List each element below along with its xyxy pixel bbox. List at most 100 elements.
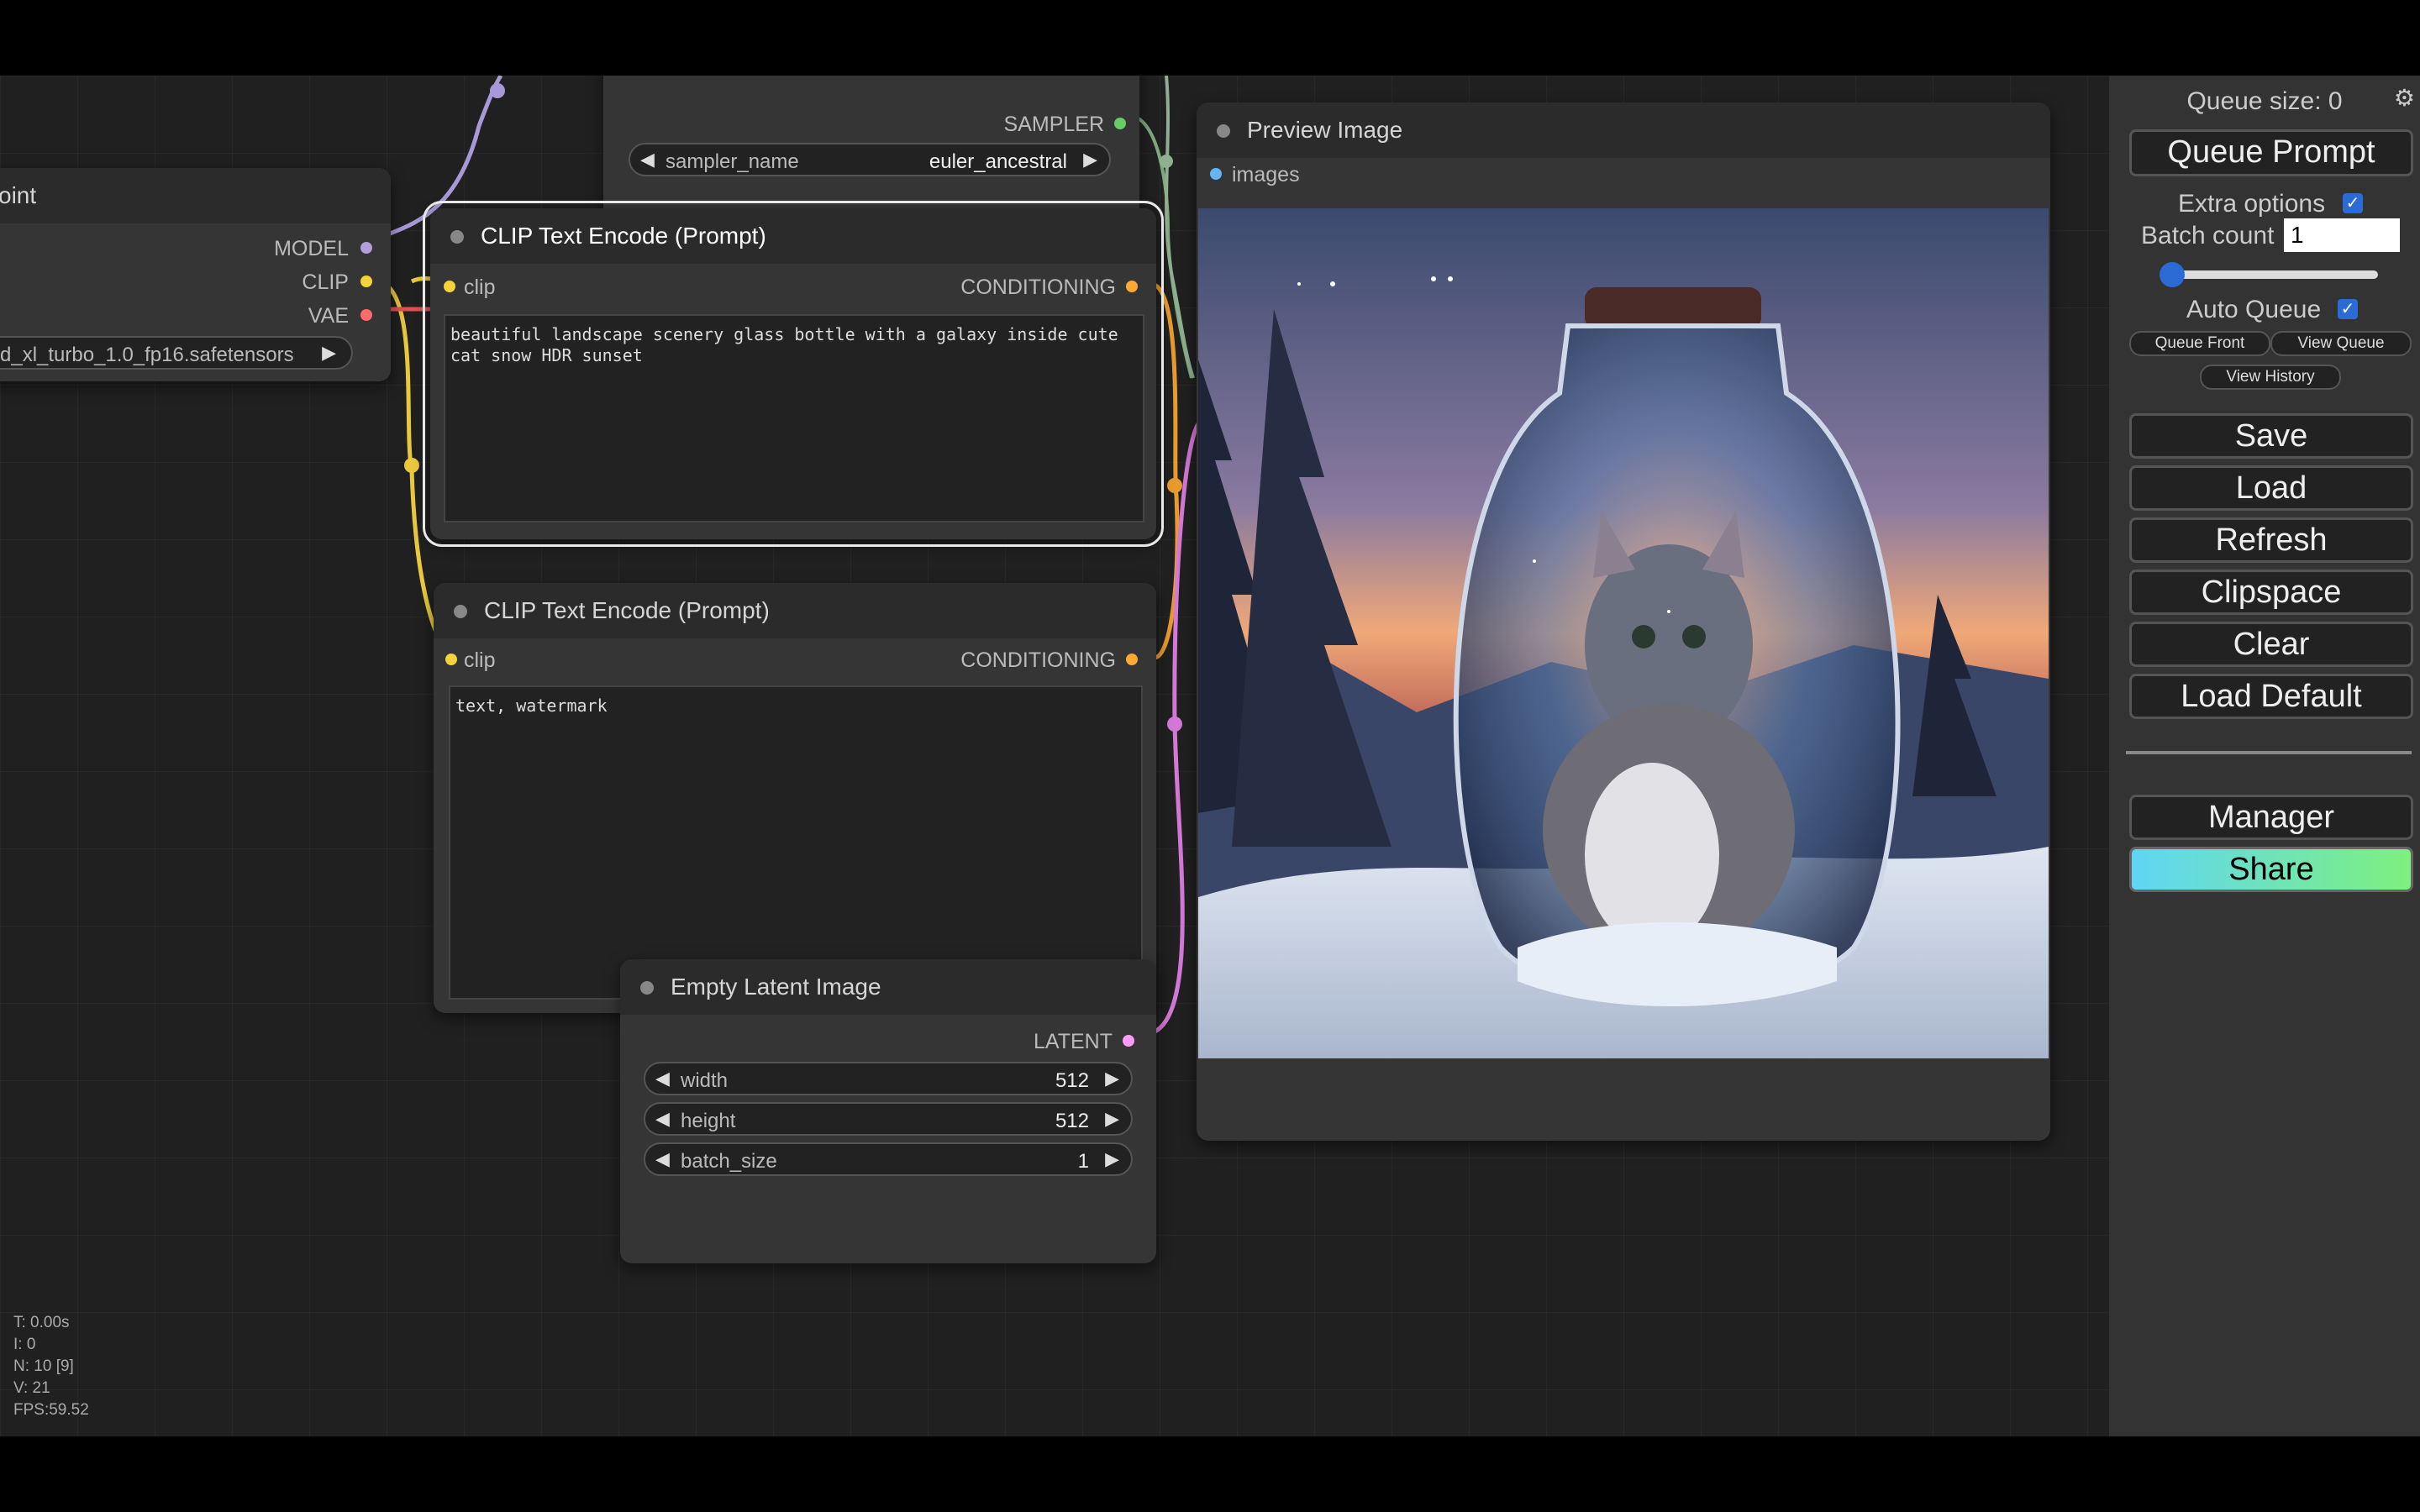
width-widget[interactable]: ◀ width 512 ▶: [644, 1062, 1133, 1095]
clip-output-label: CLIP: [302, 270, 349, 294]
link-latent-midpoint: [1167, 717, 1182, 732]
clip-positive-input-label: clip: [464, 276, 496, 299]
vae-output-label: VAE: [308, 304, 349, 328]
clip-negative-output-label: CONDITIONING: [960, 648, 1116, 672]
triangle-left-icon[interactable]: ◀: [655, 1148, 670, 1170]
stat-v: V: 21: [13, 1379, 50, 1397]
empty-latent-image-node[interactable]: Empty Latent Image LATENT ◀ width 512 ▶ …: [620, 959, 1156, 1263]
manager-button[interactable]: Manager: [2129, 795, 2413, 840]
gear-icon[interactable]: ⚙: [2394, 84, 2415, 112]
triangle-right-icon[interactable]: ▶: [322, 342, 336, 364]
clip-text-encode-negative-node[interactable]: CLIP Text Encode (Prompt) clip CONDITION…: [434, 583, 1156, 1013]
clip-negative-prompt-textarea[interactable]: text, watermark: [449, 685, 1143, 1000]
model-output-slot[interactable]: MODEL: [274, 237, 372, 261]
triangle-left-icon[interactable]: ◀: [655, 1108, 670, 1130]
stat-fps: FPS:59.52: [13, 1401, 89, 1419]
clip-negative-title[interactable]: CLIP Text Encode (Prompt): [434, 583, 1156, 638]
clip-positive-output-label: CONDITIONING: [960, 276, 1116, 299]
stat-nodes: N: 10 [9]: [13, 1357, 74, 1375]
node-collapse-dot[interactable]: [1217, 124, 1230, 138]
checkpoint-loader-title-text: oint: [0, 182, 37, 208]
sampler-name-label: sampler_name: [666, 150, 799, 173]
triangle-right-icon[interactable]: ▶: [1105, 1068, 1119, 1089]
batch-count-slider-thumb[interactable]: [2160, 262, 2185, 287]
graph-stats: T: 0.00s I: 0 N: 10 [9] V: 21 FPS:59.52: [13, 1312, 89, 1421]
clip-negative-output-slot[interactable]: CONDITIONING: [960, 648, 1138, 673]
clip-text-encode-positive-node[interactable]: CLIP Text Encode (Prompt) clip CONDITION…: [423, 201, 1164, 547]
preview-title-text: Preview Image: [1247, 117, 1403, 143]
queue-size-label: Queue size: 0: [2186, 87, 2343, 115]
clip-positive-input-dot[interactable]: [444, 281, 455, 292]
preview-images-input-dot[interactable]: [1210, 168, 1222, 180]
batch-count-input[interactable]: 1: [2284, 218, 2400, 252]
clipspace-button[interactable]: Clipspace: [2129, 570, 2413, 615]
latent-output-slot[interactable]: LATENT: [1034, 1030, 1134, 1054]
sampler-output-slot[interactable]: SAMPLER: [1003, 113, 1126, 137]
triangle-right-icon[interactable]: ▶: [1105, 1148, 1119, 1170]
clip-negative-input-dot[interactable]: [445, 654, 457, 665]
clip-positive-prompt-textarea[interactable]: beautiful landscape scenery glass bottle…: [444, 314, 1144, 522]
clip-negative-input-label: clip: [464, 648, 496, 672]
auto-queue-checkbox[interactable]: ✓: [2338, 299, 2358, 319]
clip-negative-input-slot[interactable]: clip: [445, 648, 496, 673]
node-collapse-dot[interactable]: [454, 605, 467, 618]
height-value: 512: [1055, 1110, 1089, 1132]
clip-output-dot[interactable]: [360, 276, 372, 287]
vae-output-dot[interactable]: [360, 309, 372, 321]
triangle-right-icon[interactable]: ▶: [1105, 1108, 1119, 1130]
triangle-left-icon[interactable]: ◀: [640, 149, 655, 171]
load-default-button[interactable]: Load Default: [2129, 674, 2413, 719]
triangle-left-icon[interactable]: ◀: [655, 1068, 670, 1089]
check-icon: ✓: [2345, 194, 2360, 213]
clear-button[interactable]: Clear: [2129, 622, 2413, 667]
sampler-name-widget[interactable]: ◀ sampler_name euler_ancestral ▶: [629, 143, 1111, 176]
node-collapse-dot[interactable]: [450, 230, 464, 244]
refresh-button[interactable]: Refresh: [2129, 517, 2413, 563]
preview-output-image[interactable]: [1198, 208, 2049, 1058]
clip-output-slot[interactable]: CLIP: [302, 270, 372, 295]
extra-options-label: Extra options: [2178, 190, 2326, 218]
clip-positive-input-slot[interactable]: clip: [444, 276, 496, 300]
auto-queue-label: Auto Queue: [2186, 296, 2322, 323]
latent-output-dot[interactable]: [1123, 1035, 1134, 1047]
preview-image-node[interactable]: Preview Image images: [1197, 102, 2050, 1141]
width-label: width: [681, 1069, 729, 1092]
view-history-button[interactable]: View History: [2200, 365, 2341, 390]
check-icon: ✓: [2340, 300, 2355, 318]
triangle-right-icon[interactable]: ▶: [1083, 149, 1097, 171]
extra-options-checkbox[interactable]: ✓: [2343, 193, 2363, 213]
vae-output-slot[interactable]: VAE: [308, 304, 372, 328]
batch-count-slider[interactable]: [2163, 270, 2378, 279]
clip-positive-title[interactable]: CLIP Text Encode (Prompt): [430, 208, 1156, 264]
view-queue-button[interactable]: View Queue: [2270, 331, 2412, 356]
share-button[interactable]: Share: [2129, 847, 2413, 892]
latent-title[interactable]: Empty Latent Image: [620, 959, 1156, 1015]
preview-images-input-label: images: [1232, 163, 1300, 186]
clip-negative-title-text: CLIP Text Encode (Prompt): [484, 597, 770, 623]
save-button[interactable]: Save: [2129, 413, 2413, 459]
checkpoint-loader-node[interactable]: oint MODEL CLIP VAE sd_xl_turbo_1.0_fp16…: [0, 168, 391, 381]
sampler-output-label: SAMPLER: [1003, 113, 1104, 136]
model-output-label: MODEL: [274, 237, 349, 260]
node-collapse-dot[interactable]: [640, 981, 654, 995]
clip-positive-output-dot[interactable]: [1126, 281, 1138, 292]
node-graph-canvas[interactable]: oint MODEL CLIP VAE sd_xl_turbo_1.0_fp16…: [0, 76, 2420, 1436]
preview-title[interactable]: Preview Image: [1197, 102, 2050, 158]
model-output-dot[interactable]: [360, 242, 372, 254]
ckpt-name-widget[interactable]: sd_xl_turbo_1.0_fp16.safetensors ▶: [0, 336, 353, 370]
queue-prompt-button[interactable]: Queue Prompt: [2129, 129, 2413, 176]
generated-image-art: [1198, 208, 2049, 1058]
sampler-output-dot[interactable]: [1114, 118, 1126, 129]
stat-time: T: 0.00s: [13, 1314, 70, 1331]
width-value: 512: [1055, 1069, 1089, 1092]
batch-size-value: 1: [1077, 1150, 1089, 1173]
preview-images-input-slot[interactable]: images: [1210, 163, 1300, 187]
load-button[interactable]: Load: [2129, 465, 2413, 511]
checkpoint-loader-title[interactable]: oint: [0, 168, 391, 223]
clip-positive-output-slot[interactable]: CONDITIONING: [960, 276, 1138, 300]
batch-size-widget[interactable]: ◀ batch_size 1 ▶: [644, 1142, 1133, 1176]
clip-negative-output-dot[interactable]: [1126, 654, 1138, 665]
height-widget[interactable]: ◀ height 512 ▶: [644, 1102, 1133, 1136]
queue-front-button[interactable]: Queue Front: [2129, 331, 2270, 356]
latent-title-text: Empty Latent Image: [671, 974, 881, 1000]
